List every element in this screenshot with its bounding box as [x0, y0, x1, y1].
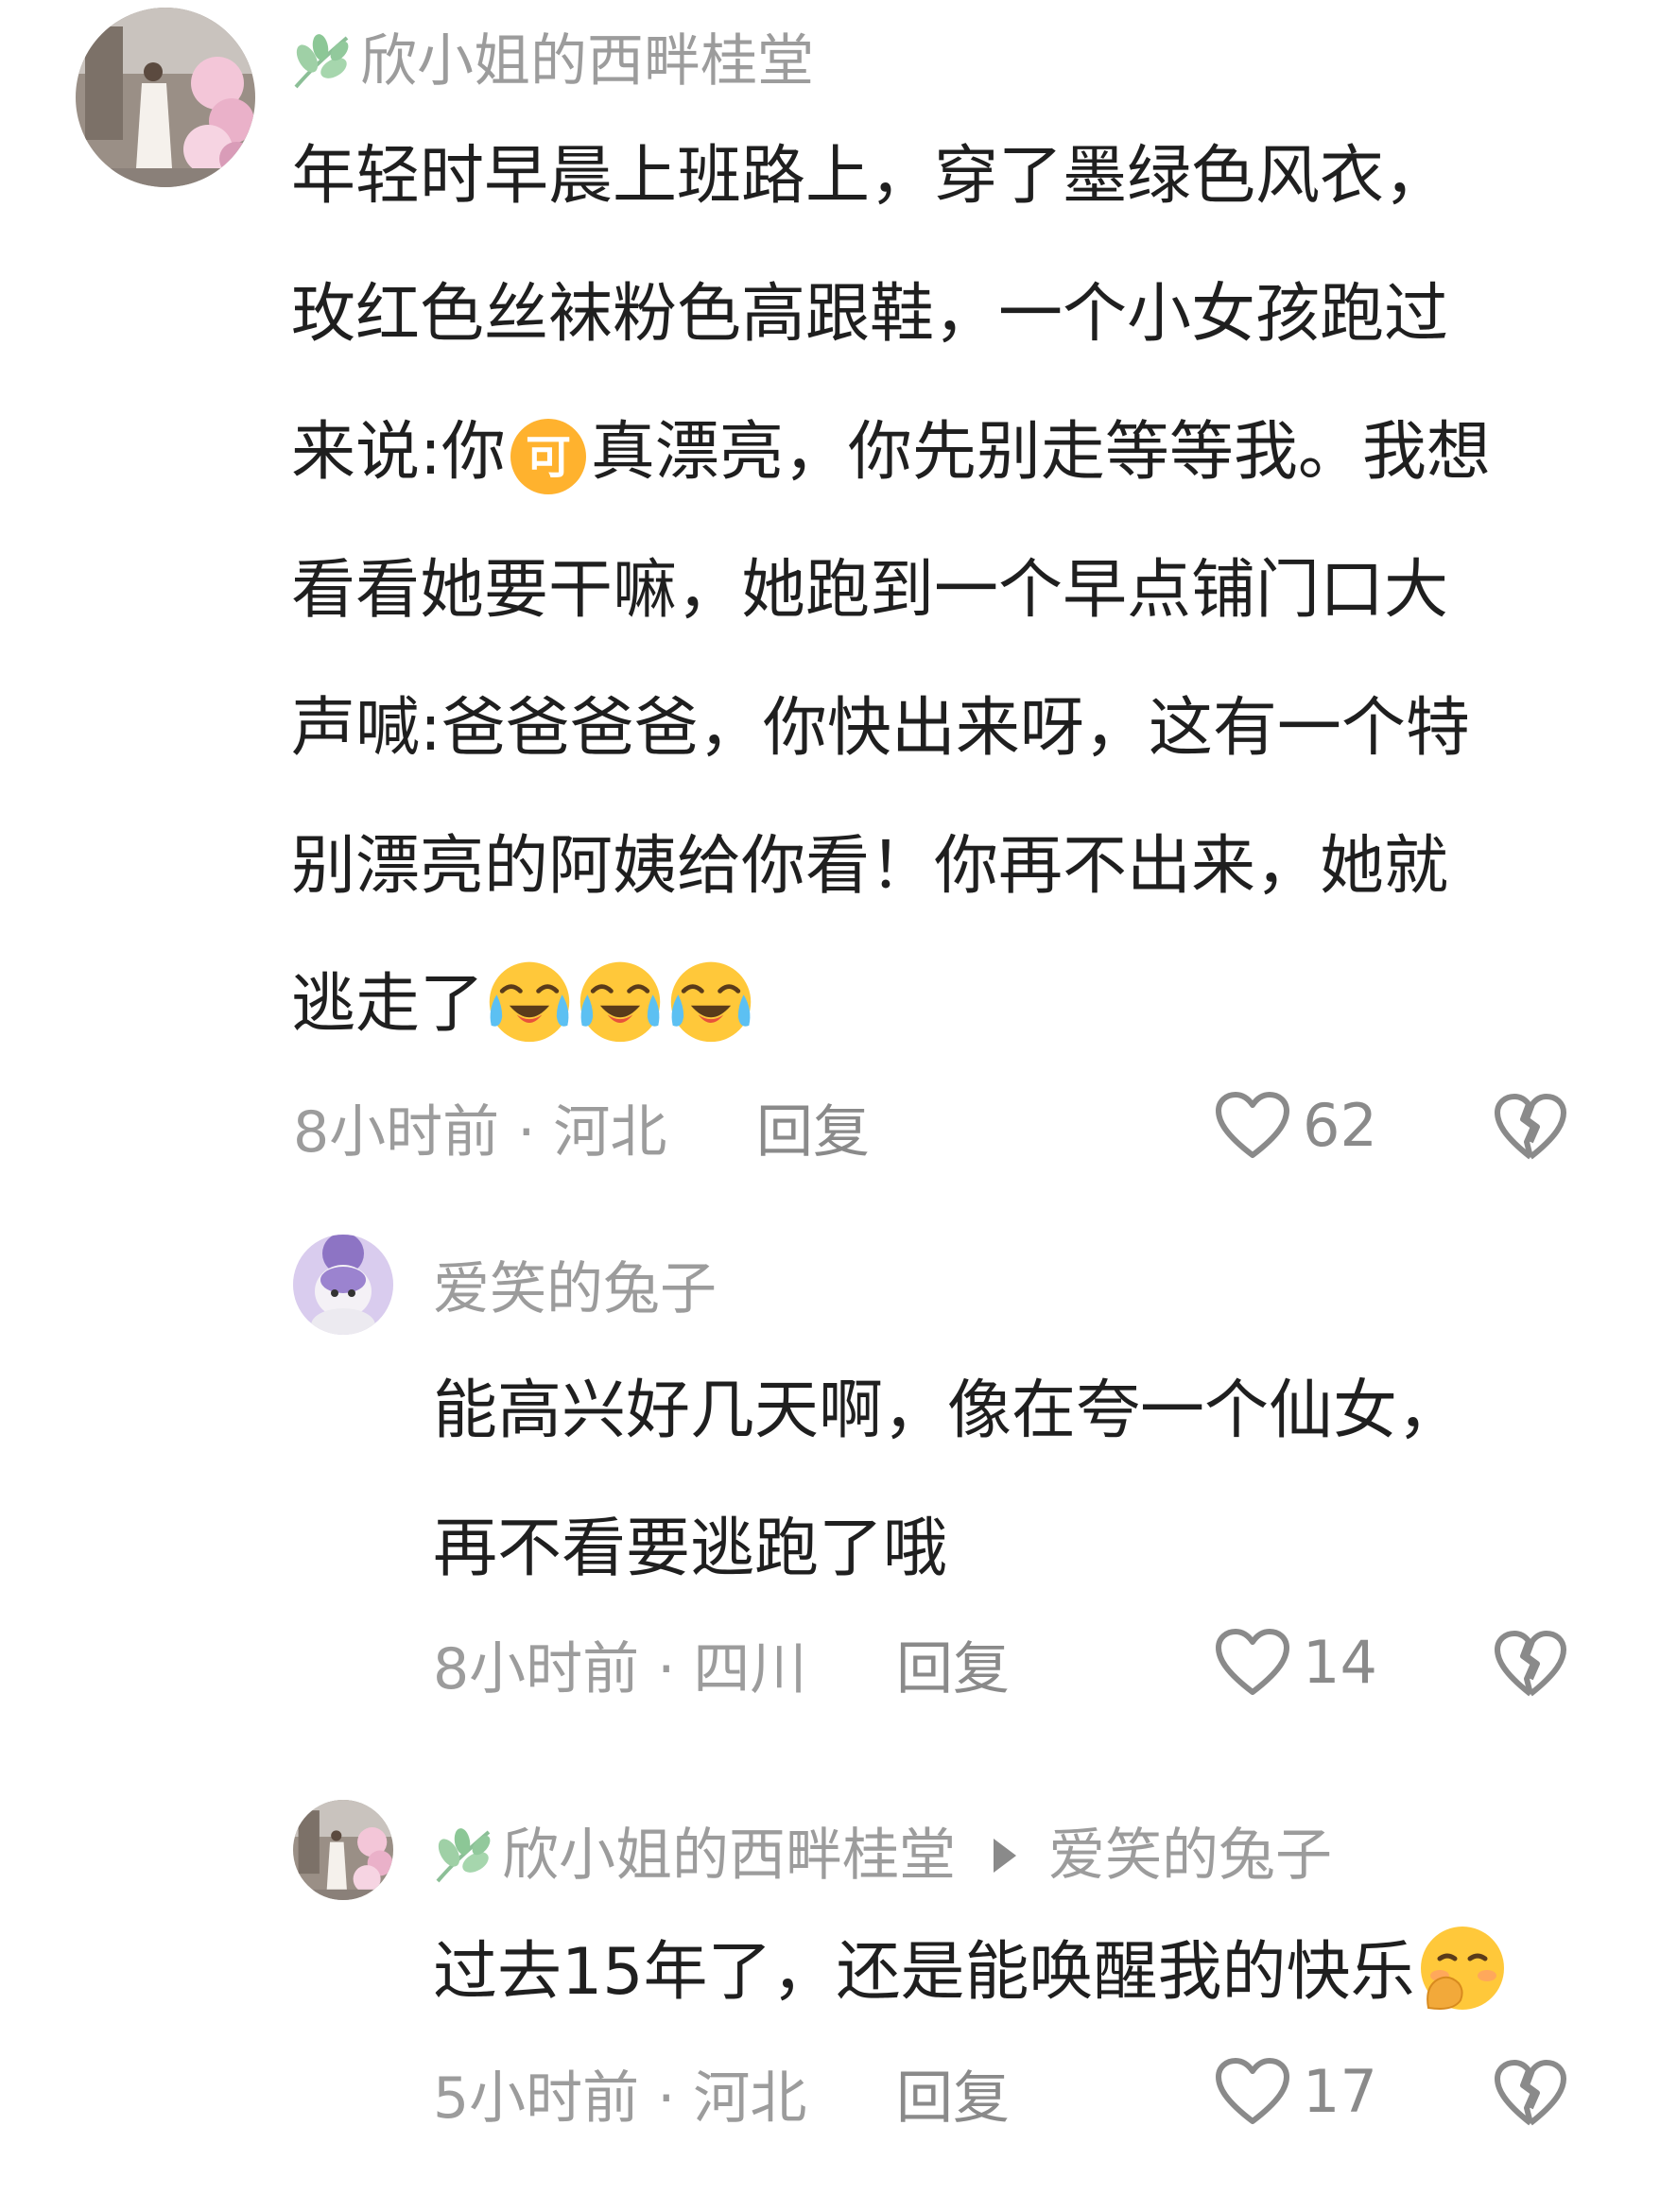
comment-line: 声喊:爸爸爸爸，你快出来呀，这有一个特 [291, 691, 1470, 766]
author-name-text: 欣小姐的西畔桂堂 [502, 1823, 956, 1889]
comment-line: 来说:你可真漂亮，你先别走等等我。我想 [291, 384, 1491, 522]
author-avatar-photo [293, 1800, 393, 1900]
reply-author-name[interactable]: 爱笑的兔子 [433, 1261, 717, 1318]
blushing-hand-over-mouth-emoji [1415, 1921, 1510, 2015]
dislike-button[interactable] [1492, 1091, 1569, 1163]
broken-heart-icon [1492, 1091, 1569, 1163]
leaf-badge-icon [430, 1824, 500, 1887]
reply-avatar[interactable] [293, 1800, 393, 1900]
reply-to-name: 爱笑的兔子 [1048, 1823, 1332, 1889]
reply-text: 过去15年了，还是能唤醒我的快乐 [433, 1904, 1510, 2042]
reply-line: 过去15年了，还是能唤醒我的快乐 [433, 1904, 1510, 2042]
reply-line: 再不看要逃跑了哦 [433, 1512, 948, 1586]
like-count: 62 [1303, 1091, 1377, 1160]
reply-text: 能高兴好几天啊，像在夸一个仙女， 再不看要逃跑了哦 [433, 1342, 1461, 1618]
reply-line: 能高兴好几天啊，像在夸一个仙女， [433, 1374, 1462, 1448]
ke-badge-icon: 可 [508, 407, 589, 495]
reply-timestamp-location: 5小时前 · 河北 [433, 2065, 807, 2132]
comment-text: 年轻时早晨上班路上，穿了墨绿色风衣， 玫红色丝袜粉色高跟鞋，一个小女孩跑过 来说… [291, 108, 1491, 1074]
broken-heart-icon [1492, 2057, 1569, 2129]
comment-author-name[interactable]: 欣小姐的西畔桂堂 [288, 30, 814, 93]
crying-laughing-emoji [666, 955, 756, 1046]
like-count: 17 [1303, 2057, 1377, 2126]
reply-author-name[interactable]: 欣小姐的西畔桂堂 爱笑的兔子 [430, 1824, 1332, 1887]
author-avatar-photo [76, 8, 255, 187]
comment-line: 逃走了 [291, 936, 1491, 1074]
author-avatar[interactable] [76, 8, 255, 187]
like-button[interactable]: 17 [1214, 2057, 1377, 2127]
reply-avatar[interactable] [293, 1235, 393, 1335]
dislike-button[interactable] [1492, 2057, 1569, 2129]
bunny-avatar [293, 1235, 393, 1335]
comment-line-part: 真漂亮，你先别走等等我。我想 [590, 415, 1491, 490]
reply-button[interactable]: 回复 [756, 1104, 870, 1161]
heart-icon [1214, 2057, 1291, 2127]
comment-line: 玫红色丝袜粉色高跟鞋，一个小女孩跑过 [291, 277, 1449, 352]
comment-line-part: 来说:你 [291, 415, 506, 490]
author-name-text: 欣小姐的西畔桂堂 [360, 28, 814, 95]
like-button[interactable]: 62 [1214, 1091, 1377, 1161]
crying-laughing-emoji [484, 955, 575, 1046]
comment-line-part: 逃走了 [291, 967, 485, 1042]
like-button[interactable]: 14 [1214, 1628, 1377, 1698]
reply-line-part: 过去15年了，还是能唤醒我的快乐 [433, 1935, 1415, 2010]
heart-icon [1214, 1091, 1291, 1161]
reply-timestamp-location: 8小时前 · 四川 [433, 1636, 807, 1702]
comment-timestamp-location: 8小时前 · 河北 [293, 1099, 667, 1166]
broken-heart-icon [1492, 1628, 1569, 1700]
comment-line: 年轻时早晨上班路上，穿了墨绿色风衣， [291, 139, 1449, 214]
reply-to-arrow-icon [994, 1839, 1016, 1873]
heart-icon [1214, 1628, 1291, 1698]
ke-badge-text: 可 [526, 431, 571, 484]
reply-button[interactable]: 回复 [896, 1641, 1010, 1698]
comment-line: 别漂亮的阿姨给你看！你再不出来，她就 [291, 829, 1449, 904]
like-count: 14 [1303, 1628, 1377, 1697]
reply-button[interactable]: 回复 [896, 2070, 1010, 2127]
comment-line: 看看她要干嘛，她跑到一个早点铺门口大 [291, 553, 1449, 628]
dislike-button[interactable] [1492, 1628, 1569, 1700]
crying-laughing-emoji [575, 955, 666, 1046]
leaf-badge-icon [288, 30, 358, 93]
